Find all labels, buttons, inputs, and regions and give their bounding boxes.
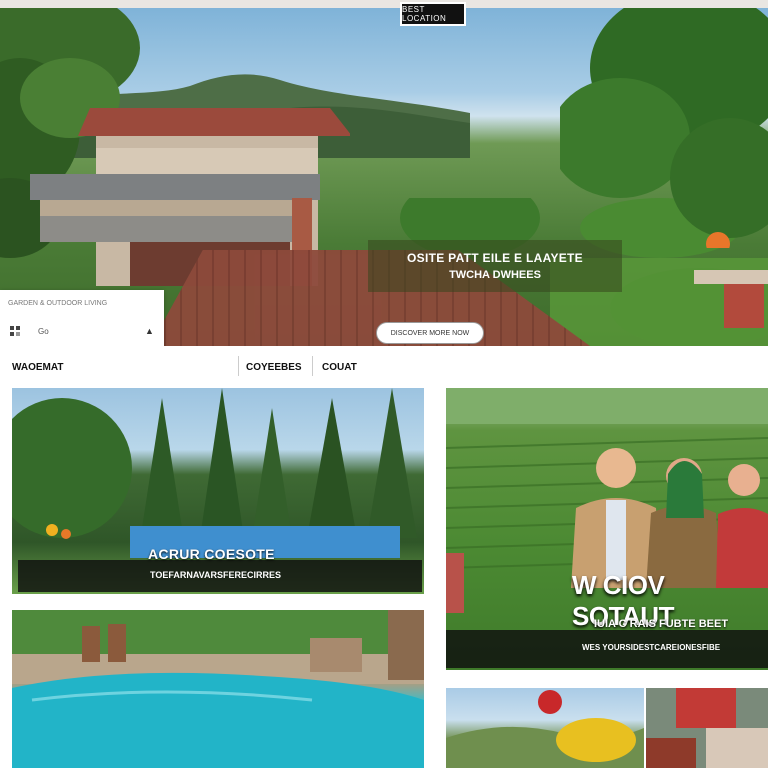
nav-item-b[interactable]: COUAT bbox=[322, 362, 357, 373]
feature-card-interior[interactable] bbox=[646, 688, 768, 768]
hero-caption-line2: TWCHA DWHEES bbox=[449, 269, 541, 281]
hero-caption-line1: OSITE PATT EILE E LAAYETE bbox=[407, 251, 583, 265]
caret-up-icon[interactable]: ▲ bbox=[145, 326, 154, 336]
planter-graphic bbox=[694, 270, 768, 328]
hillside-graphic bbox=[446, 690, 644, 768]
pool-graphic bbox=[12, 610, 424, 768]
feature-card-pool-forest[interactable] bbox=[12, 388, 424, 594]
hero-caption: OSITE PATT EILE E LAAYETE TWCHA DWHEES bbox=[368, 240, 622, 292]
feature-card-hillside[interactable] bbox=[446, 688, 644, 768]
location-icon bbox=[10, 326, 20, 336]
hero-banner: OSITE PATT EILE E LAAYETE TWCHA DWHEES G… bbox=[0, 8, 768, 346]
logo-badge[interactable]: BEST LOCATION bbox=[400, 2, 466, 26]
side-card-label: Go bbox=[38, 327, 49, 336]
hero-side-card[interactable]: GARDEN & OUTDOOR LIVING Go ▲ bbox=[0, 290, 164, 346]
top-bar bbox=[0, 0, 768, 8]
discover-more-button[interactable]: DISCOVER MORE NOW bbox=[376, 322, 484, 344]
tree-right-graphic bbox=[560, 8, 768, 248]
nav-brand[interactable]: WAOEMAT bbox=[12, 362, 63, 373]
nav-divider bbox=[312, 356, 313, 376]
card1-subtitle: TOEFARNAVARSFERECIRRES bbox=[150, 570, 282, 580]
interior-graphic bbox=[646, 688, 768, 768]
card1-title: ACRUR COESOTE bbox=[148, 546, 275, 562]
nav-item-a[interactable]: COYEEBES bbox=[246, 362, 302, 373]
side-card-title: GARDEN & OUTDOOR LIVING bbox=[8, 300, 108, 307]
card2-subtitle2: WES YOURSIDESTCAREIONESFIBE bbox=[582, 643, 721, 652]
card2-subtitle1: IUIA C RAIS FUBTE BEET bbox=[594, 618, 729, 630]
feature-card-pool[interactable] bbox=[12, 610, 424, 768]
nav-divider bbox=[238, 356, 239, 376]
